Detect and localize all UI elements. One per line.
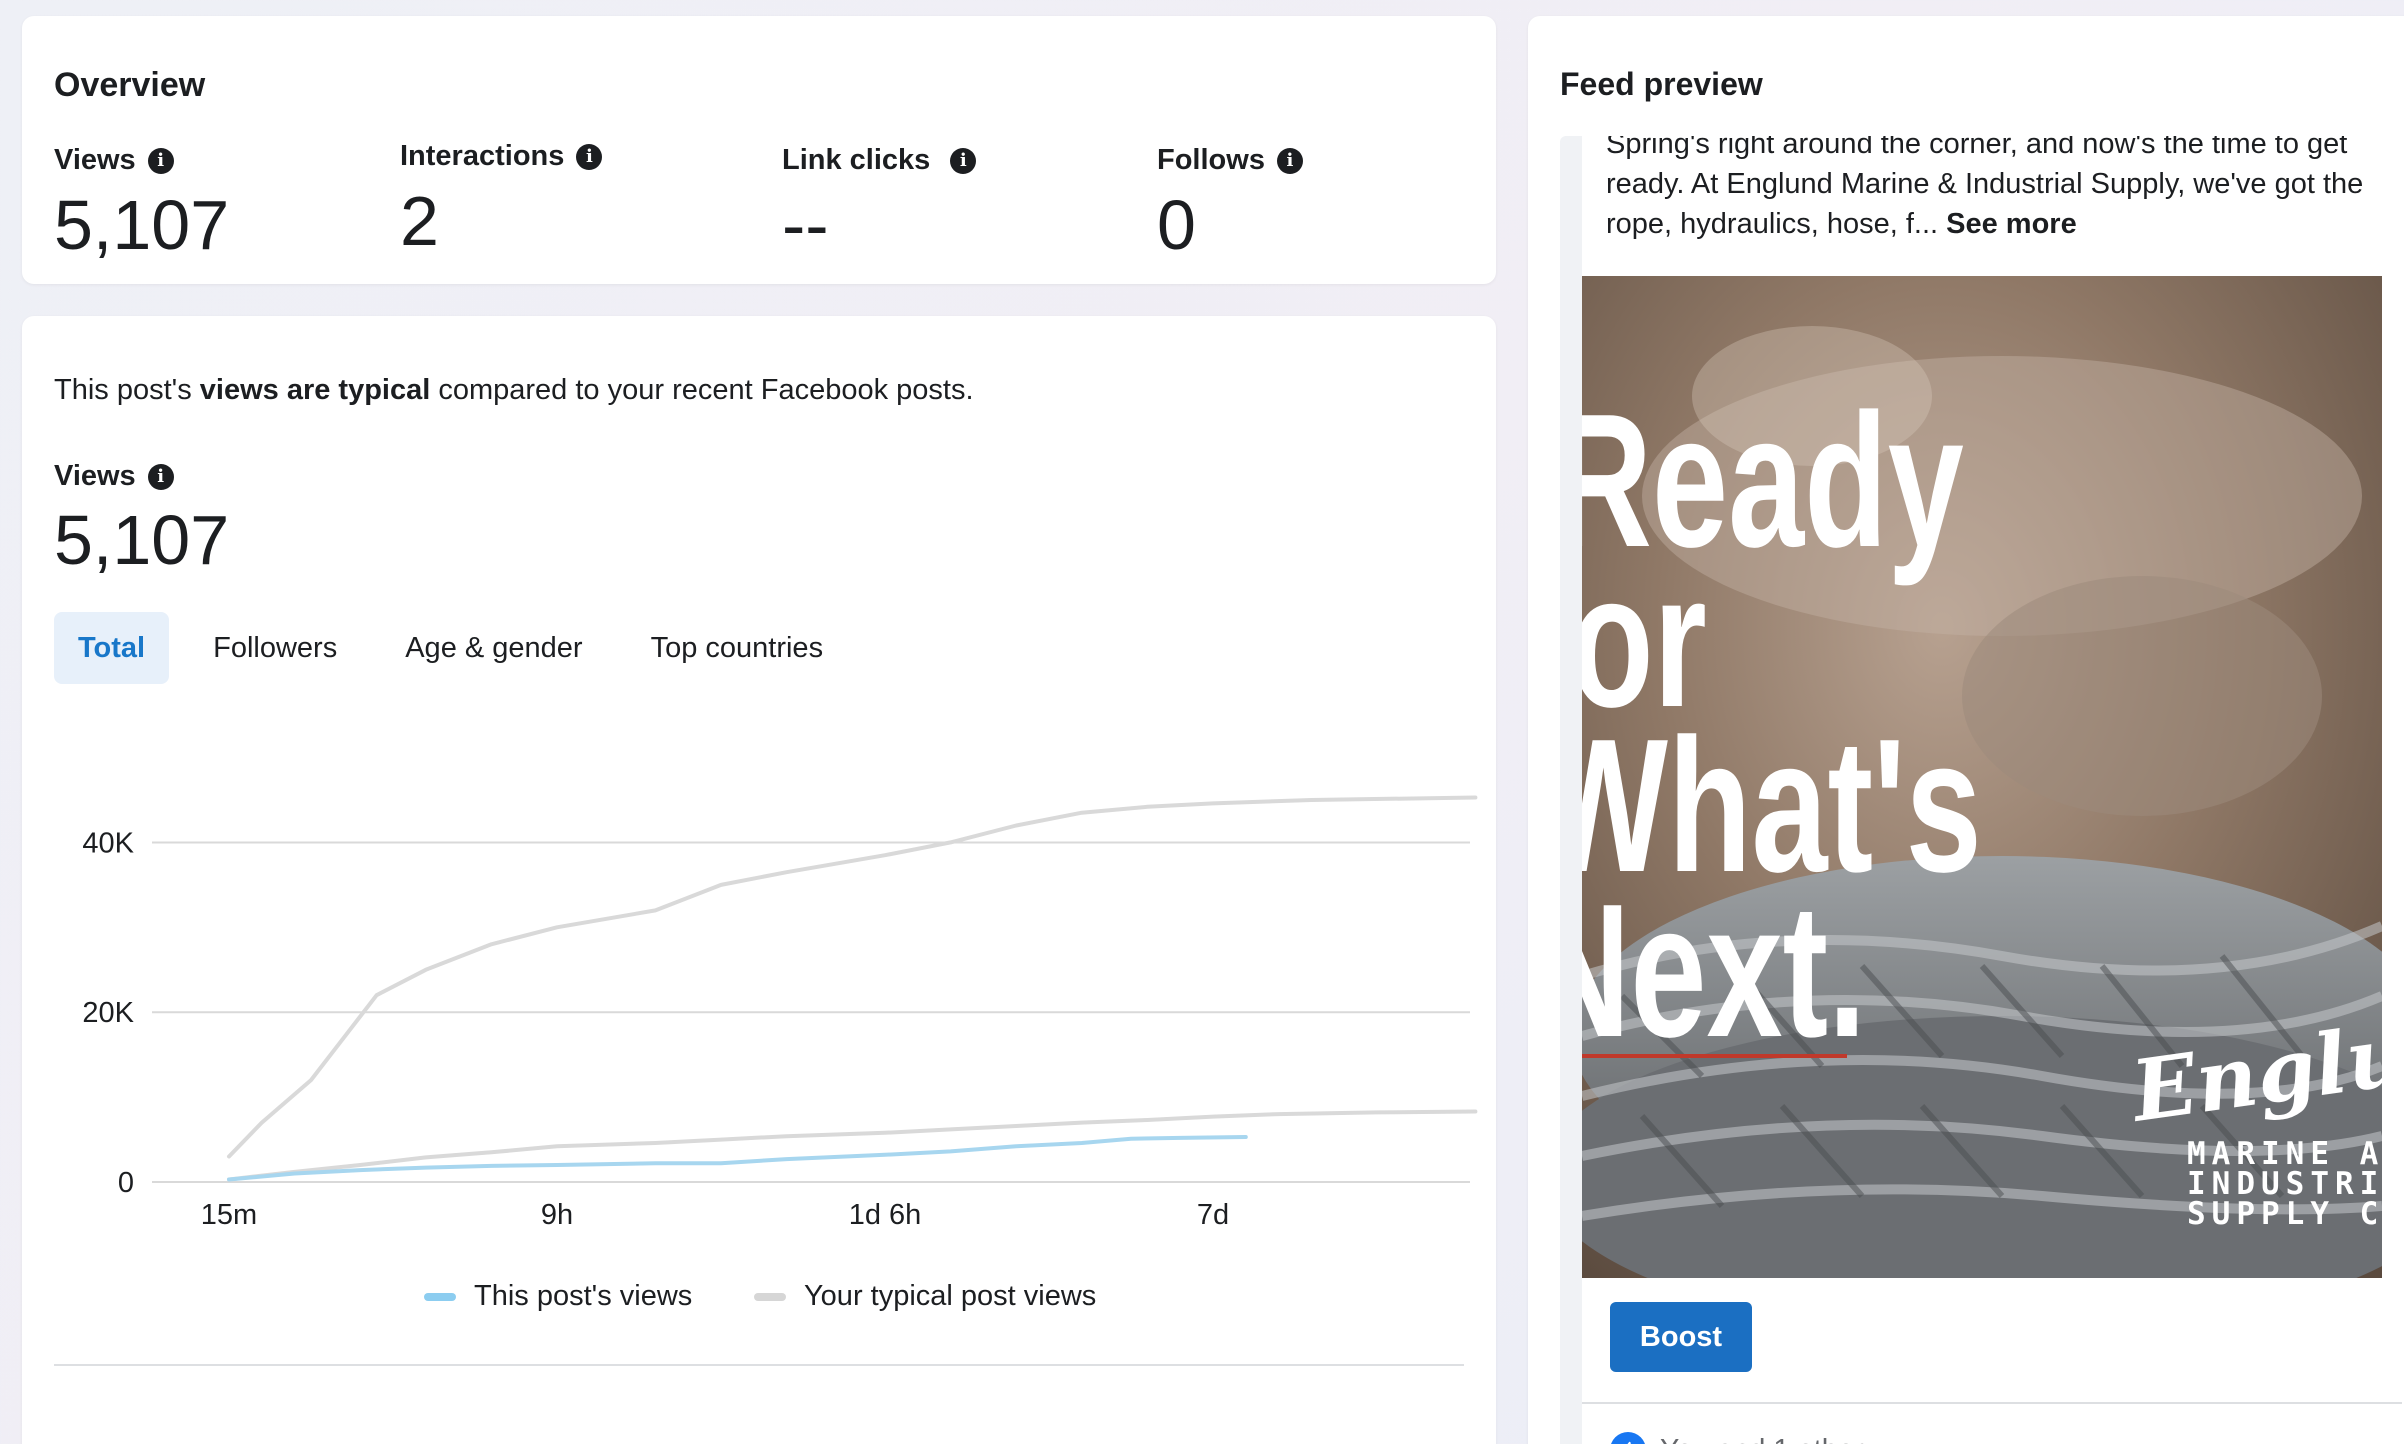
- reactions-summary[interactable]: You and 1 other: [1610, 1432, 1864, 1444]
- typical-views-text: This post's views are typical compared t…: [54, 374, 974, 407]
- tab-age-gender[interactable]: Age & gender: [381, 612, 606, 684]
- overview-card: Overview Views i 5,107 Interactions i 2 Li…: [22, 16, 1496, 284]
- views-label-text: Views: [54, 460, 136, 492]
- chart-legend-this-post: This post's views: [424, 1280, 692, 1313]
- post-divider: [1582, 1402, 2402, 1404]
- x-tick-label: 9h: [541, 1199, 573, 1231]
- legend-label-this-post: This post's views: [474, 1280, 693, 1312]
- chart-legend-typical: Your typical post views: [754, 1280, 1096, 1313]
- metric-views: Views i 5,107: [54, 144, 229, 264]
- metric-link-clicks-value: --: [782, 186, 829, 264]
- tab-total[interactable]: Total: [54, 612, 170, 684]
- feed-preview-frame: Spring's right around the corner, and no…: [1560, 136, 2404, 1444]
- post-preview: Spring's right around the corner, and no…: [1582, 136, 2404, 1444]
- like-icon: [1610, 1432, 1646, 1444]
- x-tick-label: 1d 6h: [849, 1199, 922, 1231]
- legend-label-typical: Your typical post views: [804, 1280, 1097, 1312]
- breakdown-tabs: Total Followers Age & gender Top countri…: [54, 612, 867, 684]
- feed-preview-card: Feed preview Spring's right around the c…: [1528, 16, 2404, 1444]
- info-icon[interactable]: i: [147, 463, 174, 490]
- metric-follows-value: 0: [1157, 186, 1196, 264]
- rope-photo: Ready for What's Next. Englund MARINE AN…: [1582, 276, 2382, 1278]
- views-value: 5,107: [54, 501, 230, 579]
- metric-interactions-label: Interactions: [400, 140, 565, 172]
- typical-prefix: This post's: [54, 374, 200, 406]
- metric-link-clicks: Link clicks i --: [782, 144, 977, 264]
- x-tick-label: 15m: [201, 1199, 257, 1231]
- metric-follows-label: Follows: [1157, 144, 1265, 176]
- y-tick-label: 0: [118, 1167, 134, 1199]
- post-text: Spring's right around the corner, and no…: [1606, 136, 2386, 244]
- views-line-chart: 0 20K 40K 15m 9h 1d 6h 7d: [82, 795, 1478, 1231]
- section-divider: [54, 1364, 1464, 1366]
- see-more-link[interactable]: See more: [1946, 208, 2077, 240]
- metric-follows: Follows i 0: [1157, 144, 1303, 264]
- tab-top-countries[interactable]: Top countries: [627, 612, 848, 684]
- tab-followers[interactable]: Followers: [189, 612, 361, 684]
- metric-interactions-value: 2: [400, 182, 439, 260]
- typical-suffix: compared to your recent Facebook posts.: [430, 374, 974, 406]
- x-tick-label: 7d: [1197, 1199, 1229, 1231]
- overview-title: Overview: [54, 66, 206, 104]
- post-image[interactable]: Ready for What's Next. Englund MARINE AN…: [1582, 276, 2382, 1278]
- legend-swatch-this-post: [424, 1292, 456, 1301]
- metric-views-value: 5,107: [54, 186, 230, 264]
- brand-line-3: SUPPLY CO.: [2187, 1196, 2382, 1232]
- y-tick-label: 20K: [82, 997, 134, 1029]
- reactions-text: You and 1 other: [1660, 1434, 1864, 1444]
- views-label: Views i: [54, 460, 174, 493]
- series-line-typical: [227, 795, 1478, 1159]
- boost-button[interactable]: Boost: [1610, 1302, 1752, 1372]
- metric-views-label: Views: [54, 144, 136, 176]
- info-icon[interactable]: i: [950, 147, 977, 174]
- headline-line-4: Next.: [1582, 865, 1866, 1077]
- metric-link-clicks-label: Link clicks: [782, 144, 931, 176]
- y-tick-label: 40K: [82, 827, 134, 859]
- feed-preview-title: Feed preview: [1560, 66, 1763, 102]
- info-icon[interactable]: i: [147, 147, 174, 174]
- typical-bold: views are typical: [199, 374, 431, 406]
- legend-swatch-typical: [754, 1292, 786, 1301]
- series-line-this-post: [227, 1135, 1248, 1182]
- metric-interactions: Interactions i 2: [400, 140, 603, 260]
- info-icon[interactable]: i: [1276, 147, 1303, 174]
- info-icon[interactable]: i: [576, 143, 603, 170]
